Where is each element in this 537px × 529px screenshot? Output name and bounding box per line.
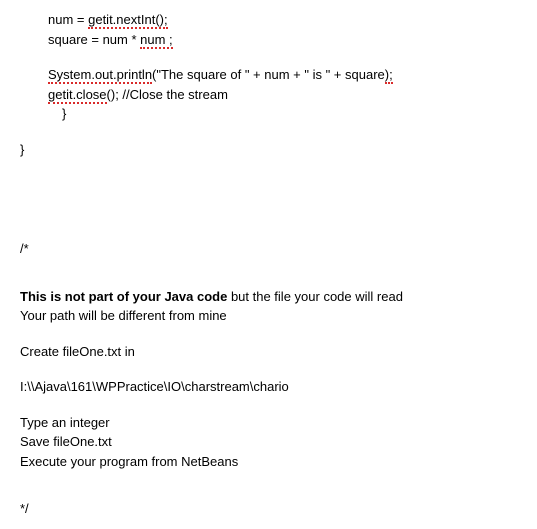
instruction-line: Execute your program from NetBeans bbox=[20, 452, 517, 472]
code-line: square = num * num ; bbox=[20, 30, 517, 50]
code-text: (); //Close the stream bbox=[107, 87, 228, 102]
instruction-line: Type an integer bbox=[20, 413, 517, 433]
squiggly-text: getit.close bbox=[48, 87, 107, 104]
code-text: num = bbox=[48, 12, 88, 27]
instruction-line: Create fileOne.txt in bbox=[20, 342, 517, 362]
squiggly-text: getit.nextInt(); bbox=[88, 12, 167, 29]
instruction-line: Save fileOne.txt bbox=[20, 432, 517, 452]
code-line: num = getit.nextInt(); bbox=[20, 10, 517, 30]
text: but the file your code will read bbox=[227, 289, 403, 304]
bold-text: This is not part of your Java code bbox=[20, 289, 227, 304]
brace: } bbox=[20, 104, 517, 124]
squiggly-text: System.out.println bbox=[48, 67, 152, 84]
code-text: ("The square of " + num + " is " + squar… bbox=[152, 67, 385, 82]
instruction-line: I:\\Ajava\161\WPPractice\IO\charstream\c… bbox=[20, 377, 517, 397]
brace: } bbox=[20, 140, 517, 160]
squiggly-text: num ; bbox=[140, 32, 173, 49]
squiggly-text: ); bbox=[385, 67, 393, 84]
code-line: getit.close(); //Close the stream bbox=[20, 85, 517, 105]
instruction-line: This is not part of your Java code but t… bbox=[20, 287, 517, 307]
code-line: System.out.println("The square of " + nu… bbox=[20, 65, 517, 85]
code-text: square = num * bbox=[48, 32, 140, 47]
comment-close: */ bbox=[20, 499, 517, 519]
comment-open: /* bbox=[20, 239, 517, 259]
instruction-line: Your path will be different from mine bbox=[20, 306, 517, 326]
